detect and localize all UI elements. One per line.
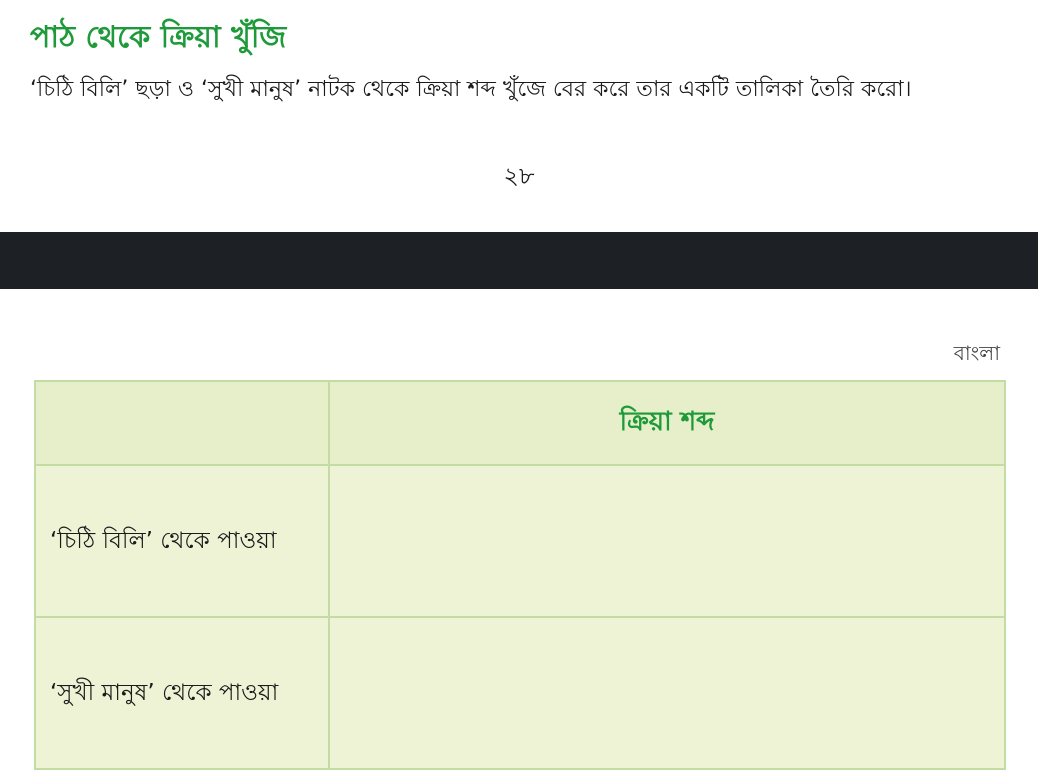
answer-cell-chithi-bili[interactable] bbox=[328, 464, 1006, 618]
table-row: ‘চিঠি বিলি’ থেকে পাওয়া bbox=[34, 464, 1006, 618]
instruction-text: ‘চিঠি বিলি’ ছড়া ও ‘সুখী মানুষ’ নাটক থেক… bbox=[30, 77, 912, 102]
page-number: ২৮ bbox=[503, 162, 535, 190]
page-separator bbox=[0, 232, 1038, 289]
row-label-chithi-bili: ‘চিঠি বিলি’ থেকে পাওয়া bbox=[34, 464, 330, 618]
answer-cell-sukhi-manush[interactable] bbox=[328, 616, 1006, 770]
table-header-blank bbox=[34, 380, 330, 466]
verb-table: ক্রিয়া শব্দ ‘চিঠি বিলি’ থেকে পাওয়া ‘সু… bbox=[34, 380, 1006, 770]
row-label-sukhi-manush: ‘সুখী মানুষ’ থেকে পাওয়া bbox=[34, 616, 330, 770]
page-bottom: বাংলা ক্রিয়া শব্দ ‘চিঠি বিলি’ থেকে পাওয… bbox=[0, 289, 1038, 783]
table-header-verbs: ক্রিয়া শব্দ bbox=[328, 380, 1006, 466]
running-header: বাংলা bbox=[953, 341, 1000, 365]
page-top: পাঠ থেকে ক্রিয়া খুঁজি ‘চিঠি বিলি’ ছড়া … bbox=[0, 0, 1038, 232]
table-row: ‘সুখী মানুষ’ থেকে পাওয়া bbox=[34, 616, 1006, 770]
section-title: পাঠ থেকে ক্রিয়া খুঁজি bbox=[30, 20, 287, 55]
table-header-row: ক্রিয়া শব্দ bbox=[34, 380, 1006, 466]
